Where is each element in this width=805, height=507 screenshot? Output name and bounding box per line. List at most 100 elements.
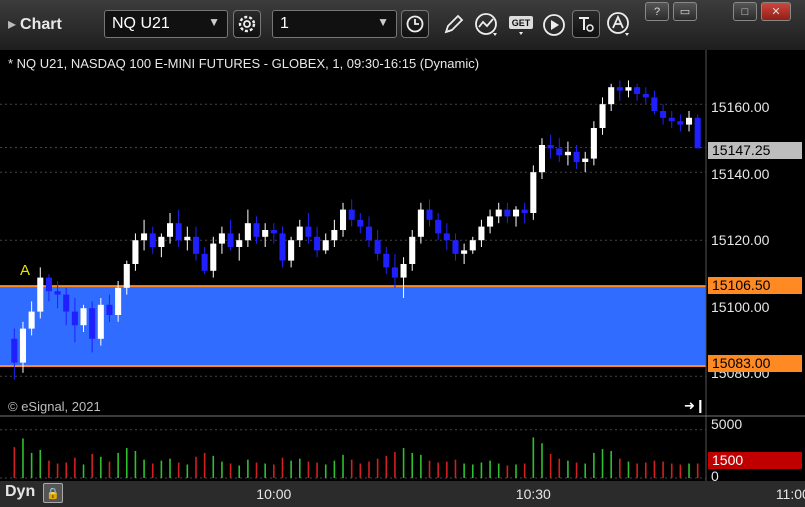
candle-body	[184, 236, 191, 241]
candle-body	[616, 87, 623, 91]
study-icon[interactable]	[472, 10, 502, 40]
zone-high-tag: 15106.50	[708, 277, 802, 294]
menu-arrow-icon[interactable]: ▸	[8, 16, 16, 33]
candle-body	[244, 223, 251, 241]
clock-icon[interactable]	[401, 10, 429, 38]
time-tick-label: 10:30	[515, 486, 551, 502]
candle-body	[166, 223, 174, 237]
candle-body	[538, 145, 546, 173]
price-tick-label: 15120.00	[711, 232, 770, 248]
candle-body	[435, 219, 442, 234]
play-icon[interactable]	[539, 10, 569, 40]
candle-body	[141, 233, 148, 241]
restore-icon[interactable]: ▭	[673, 2, 697, 21]
candle-body	[158, 236, 165, 247]
candle-body	[106, 304, 113, 315]
candle-body	[694, 117, 701, 149]
candle-body	[314, 236, 321, 251]
zone-fill	[0, 286, 706, 366]
candle-body	[383, 253, 390, 268]
candle-body	[391, 267, 398, 278]
chevron-down-icon[interactable]: ▼	[377, 15, 389, 29]
text-icon[interactable]	[572, 10, 600, 38]
candle-body	[149, 233, 156, 247]
chart-title: * NQ U21, NASDAQ 100 E-MINI FUTURES - GL…	[8, 56, 480, 71]
chevron-down-icon[interactable]: ▼	[208, 15, 220, 29]
candle-body	[28, 311, 35, 329]
candle-body	[115, 287, 122, 315]
candle-body	[37, 277, 44, 312]
candle-body	[642, 94, 649, 98]
price-tick-label: 15100.00	[711, 299, 770, 315]
candle-body	[443, 233, 450, 241]
lock-icon[interactable]: 🔒	[43, 483, 63, 503]
candle-body	[547, 145, 554, 149]
close-icon[interactable]: ✕	[761, 2, 791, 21]
candle-body	[660, 111, 667, 118]
time-axis[interactable]	[0, 481, 805, 507]
price-zone	[0, 285, 706, 367]
candle-body	[374, 240, 381, 254]
last-volume-tag: 1500	[708, 452, 802, 469]
candle-body	[339, 209, 347, 230]
candle-body	[305, 226, 312, 237]
candle-body	[409, 236, 416, 264]
candle-body	[651, 97, 658, 111]
candle-body	[97, 304, 104, 339]
candle-body	[461, 250, 468, 254]
help-icon[interactable]: ?	[645, 2, 669, 21]
candle-body	[296, 226, 303, 241]
candle-body	[582, 158, 589, 162]
get-label: GET	[512, 18, 531, 28]
candle-body	[192, 236, 200, 254]
candle-body	[348, 209, 355, 220]
candle-body	[478, 226, 485, 241]
candle-body	[19, 328, 27, 363]
symbol-input[interactable]: NQ U21 ▼	[104, 10, 228, 38]
candle-body	[668, 117, 675, 122]
candle-body	[80, 308, 87, 326]
scroll-right-icon[interactable]: ➜❙	[684, 398, 706, 414]
candle-body	[685, 117, 693, 125]
candle-body	[175, 223, 182, 241]
candle-body	[63, 294, 70, 312]
annotation-marker[interactable]: A	[20, 262, 30, 279]
alert-icon[interactable]	[604, 10, 634, 40]
candle-body	[132, 240, 139, 264]
settings-gear-icon[interactable]	[233, 10, 261, 38]
candle-body	[71, 311, 78, 326]
maximize-icon[interactable]: □	[733, 2, 757, 21]
interval-value: 1	[280, 15, 289, 32]
get-icon[interactable]: GET	[506, 10, 536, 40]
app-title-text: Chart	[20, 16, 62, 33]
candle-body	[54, 291, 61, 295]
candle-body	[45, 277, 52, 292]
candle-body	[469, 240, 476, 251]
candle-body	[556, 148, 563, 156]
interval-input[interactable]: 1 ▼	[272, 10, 397, 38]
candle-body	[89, 308, 96, 339]
candle-body	[417, 209, 424, 237]
candle-body	[322, 240, 329, 251]
candle-body	[590, 128, 597, 159]
chart-area[interactable]	[0, 50, 805, 481]
symbol-value: NQ U21	[112, 15, 170, 32]
price-tick-label: 15140.00	[711, 166, 770, 182]
app-title[interactable]: ▸ Chart	[8, 14, 62, 34]
candle-body	[123, 264, 130, 288]
candle-body	[201, 253, 208, 271]
toolbar: ▸ Chart NQ U21 ▼ 1 ▼ GET ? ▭ □ ✕	[0, 0, 805, 50]
candle-body	[227, 233, 234, 247]
candle-body	[236, 240, 243, 247]
candle-body	[400, 264, 407, 278]
copyright-text: © eSignal, 2021	[8, 399, 101, 414]
candle-body	[599, 104, 606, 128]
time-tick-label: 10:00	[256, 486, 292, 502]
candle-body	[357, 219, 364, 227]
candle-body	[210, 243, 217, 271]
zone-low-tag: 15083.00	[708, 355, 802, 372]
dynamic-mode-label[interactable]: Dyn	[5, 483, 35, 501]
candle-body	[270, 230, 277, 234]
candle-body	[564, 151, 571, 156]
pencil-icon[interactable]	[438, 10, 468, 40]
